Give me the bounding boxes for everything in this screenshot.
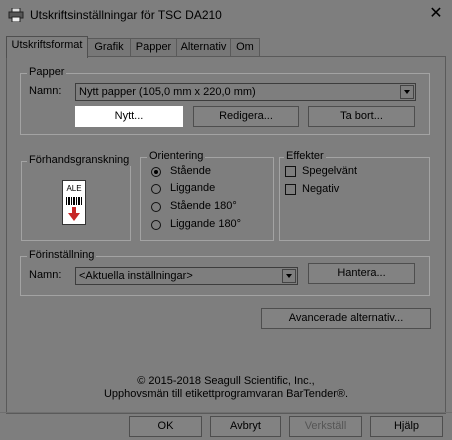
radio-landscape-180-label: Liggande 180° <box>170 218 242 230</box>
barcode-icon <box>66 197 82 205</box>
chevron-down-icon[interactable] <box>400 85 414 99</box>
radio-landscape-label: Liggande <box>170 182 216 194</box>
checkbox-mirror-label: Spegelvänt <box>302 165 358 177</box>
paper-name-label: Namn: <box>29 85 62 97</box>
radio-portrait-label: Stående <box>170 165 211 177</box>
radio-portrait-180-label: Stående 180° <box>170 200 237 212</box>
new-paper-button[interactable]: Nytt... <box>75 106 183 127</box>
tab-papper[interactable]: Papper <box>130 38 177 57</box>
close-icon[interactable]: ✕ <box>423 3 449 25</box>
checkbox-negative-label: Negativ <box>302 183 340 195</box>
preset-name-label: Namn: <box>29 269 62 281</box>
advanced-options-button[interactable]: Avancerade alternativ... <box>261 308 431 329</box>
radio-portrait[interactable] <box>151 167 161 177</box>
radio-portrait-180[interactable] <box>151 202 161 212</box>
delete-paper-button[interactable]: Ta bort... <box>308 106 415 127</box>
paper-name-select[interactable]: Nytt papper (105,0 mm x 220,0 mm) <box>75 83 416 101</box>
orientation-group-label: Orientering <box>147 150 206 162</box>
chevron-down-icon[interactable] <box>282 269 296 283</box>
checkbox-mirror[interactable] <box>285 166 296 177</box>
tab-om[interactable]: Om <box>230 38 260 57</box>
paper-group-label: Papper <box>27 66 67 78</box>
preset-name-value: <Aktuella inställningar> <box>79 270 193 282</box>
radio-landscape[interactable] <box>151 184 161 194</box>
preset-group-label: Förinställning <box>27 249 97 261</box>
help-button[interactable]: Hjälp <box>370 416 443 437</box>
copyright-line-2: Upphovsmän till etikettprogramvaran BarT… <box>103 388 349 400</box>
preview-group-label: Förhandsgranskning <box>27 154 132 166</box>
radio-landscape-180[interactable] <box>151 220 161 230</box>
paper-name-value: Nytt papper (105,0 mm x 220,0 mm) <box>79 86 256 98</box>
window-title: Utskriftsinställningar för TSC DA210 <box>30 8 222 22</box>
ok-button[interactable]: OK <box>129 416 202 437</box>
manage-preset-button[interactable]: Hantera... <box>308 263 415 284</box>
tab-alternativ[interactable]: Alternativ <box>176 38 231 57</box>
printer-icon <box>8 8 24 22</box>
checkbox-negative[interactable] <box>285 184 296 195</box>
copyright-line-1: © 2015-2018 Seagull Scientific, Inc., <box>137 375 315 387</box>
label-preview-text: ALE <box>66 184 82 193</box>
tab-grafik[interactable]: Grafik <box>87 38 131 57</box>
arrow-down-icon <box>68 207 80 221</box>
effects-group-label: Effekter <box>284 150 326 162</box>
cancel-button[interactable]: Avbryt <box>210 416 281 437</box>
footer-divider <box>0 412 452 413</box>
edit-paper-button[interactable]: Redigera... <box>193 106 299 127</box>
tab-utskriftsformat[interactable]: Utskriftsformat <box>6 36 88 58</box>
preset-name-select[interactable]: <Aktuella inställningar> <box>75 267 298 285</box>
apply-button[interactable]: Verkställ <box>289 416 362 437</box>
